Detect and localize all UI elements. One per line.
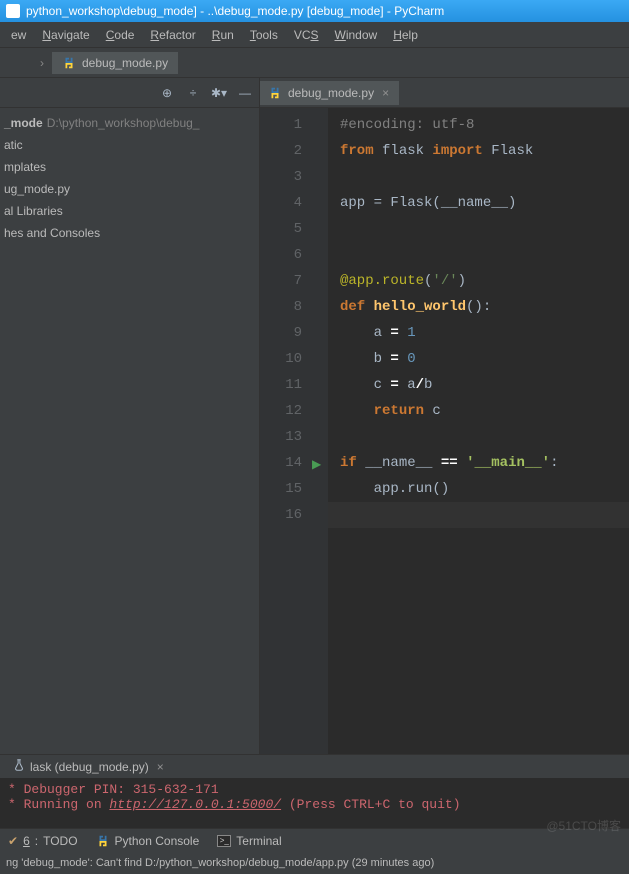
python-console-button[interactable]: Python Console bbox=[96, 834, 200, 848]
settings-icon[interactable]: ✱▾ bbox=[211, 85, 227, 101]
menu-code[interactable]: Code bbox=[99, 26, 142, 44]
editor-pane: debug_mode.py × 12345678910111213141516 … bbox=[260, 78, 629, 754]
project-name: _mode bbox=[4, 116, 43, 130]
collapse-icon[interactable]: ÷ bbox=[185, 85, 201, 101]
terminal-icon: >_ bbox=[217, 835, 231, 847]
code-line-15[interactable]: app.run() bbox=[340, 476, 558, 502]
project-path: D:\python_workshop\debug_ bbox=[47, 116, 200, 130]
code-line-6[interactable] bbox=[340, 242, 558, 268]
code-line-2[interactable]: from flask import Flask bbox=[340, 138, 558, 164]
code-line-4[interactable]: app = Flask(__name__) bbox=[340, 190, 558, 216]
close-tab-icon[interactable]: × bbox=[380, 86, 391, 100]
menu-run[interactable]: Run bbox=[205, 26, 241, 44]
code-content[interactable]: #encoding: utf-8from flask import Flask … bbox=[310, 108, 558, 754]
code-area[interactable]: 12345678910111213141516 ▶ #encoding: utf… bbox=[260, 108, 629, 754]
menu-bar: ewNavigateCodeRefactorRunToolsVCSWindowH… bbox=[0, 22, 629, 48]
menu-refactor[interactable]: Refactor bbox=[143, 26, 202, 44]
status-message: ng 'debug_mode': Can't find D:/python_wo… bbox=[6, 857, 434, 869]
window-title: python_workshop\debug_mode] - ..\debug_m… bbox=[26, 4, 444, 18]
code-line-10[interactable]: b = 0 bbox=[340, 346, 558, 372]
menu-vcs[interactable]: VCS bbox=[287, 26, 326, 44]
code-line-12[interactable]: return c bbox=[340, 398, 558, 424]
code-line-8[interactable]: def hello_world(): bbox=[340, 294, 558, 320]
menu-tools[interactable]: Tools bbox=[243, 26, 285, 44]
sidebar-toolbar: ⊕ ÷ ✱▾ — bbox=[0, 78, 259, 108]
breadcrumb-tab[interactable]: debug_mode.py bbox=[52, 52, 178, 74]
code-line-1[interactable]: #encoding: utf-8 bbox=[340, 112, 558, 138]
project-sidebar: ⊕ ÷ ✱▾ — _mode D:\python_workshop\debug_… bbox=[0, 78, 260, 754]
run-gutter-icon[interactable]: ▶ bbox=[312, 452, 321, 478]
code-line-13[interactable] bbox=[340, 424, 558, 450]
editor-tab-label: debug_mode.py bbox=[288, 86, 374, 100]
tree-item[interactable]: al Libraries bbox=[0, 200, 259, 222]
hide-icon[interactable]: — bbox=[237, 85, 253, 101]
code-line-16[interactable] bbox=[310, 502, 629, 528]
project-tree[interactable]: _mode D:\python_workshop\debug_ aticmpla… bbox=[0, 108, 259, 248]
python-file-icon bbox=[268, 86, 282, 100]
tree-item[interactable]: atic bbox=[0, 134, 259, 156]
menu-navigate[interactable]: Navigate bbox=[35, 26, 96, 44]
locate-icon[interactable]: ⊕ bbox=[159, 85, 175, 101]
console-line: * Debugger PIN: 315-632-171 bbox=[8, 782, 621, 797]
title-bar: python_workshop\debug_mode] - ..\debug_m… bbox=[0, 0, 629, 22]
code-line-3[interactable] bbox=[340, 164, 558, 190]
project-root[interactable]: _mode D:\python_workshop\debug_ bbox=[0, 112, 259, 134]
python-file-icon bbox=[62, 56, 76, 70]
flask-icon bbox=[12, 758, 26, 775]
console-line: * Running on http://127.0.0.1:5000/ (Pre… bbox=[8, 797, 621, 812]
code-line-7[interactable]: @app.route('/') bbox=[340, 268, 558, 294]
tool-window-bar: ✔ 6: TODO Python Console >_ Terminal bbox=[0, 828, 629, 852]
line-gutter[interactable]: 12345678910111213141516 bbox=[260, 108, 310, 754]
code-line-9[interactable]: a = 1 bbox=[340, 320, 558, 346]
breadcrumb-label: debug_mode.py bbox=[82, 56, 168, 70]
close-run-tab-icon[interactable]: × bbox=[157, 760, 164, 774]
watermark: @51CTO博客 bbox=[546, 817, 621, 834]
status-bar: ng 'debug_mode': Can't find D:/python_wo… bbox=[0, 852, 629, 874]
todo-tool-button[interactable]: ✔ 6: TODO bbox=[8, 834, 78, 848]
run-tool-header: lask (debug_mode.py) × bbox=[0, 754, 629, 778]
menu-help[interactable]: Help bbox=[386, 26, 425, 44]
editor-tab-active[interactable]: debug_mode.py × bbox=[260, 81, 399, 105]
console-output[interactable]: * Debugger PIN: 315-632-171 * Running on… bbox=[0, 778, 629, 828]
code-line-5[interactable] bbox=[340, 216, 558, 242]
tree-item[interactable]: ug_mode.py bbox=[0, 178, 259, 200]
code-line-11[interactable]: c = a/b bbox=[340, 372, 558, 398]
tree-item[interactable]: mplates bbox=[0, 156, 259, 178]
python-icon bbox=[96, 834, 110, 848]
menu-ew[interactable]: ew bbox=[4, 26, 33, 44]
run-tab-label: lask (debug_mode.py) bbox=[30, 760, 149, 774]
run-tab[interactable]: lask (debug_mode.py) × bbox=[4, 756, 172, 777]
editor-tabs: debug_mode.py × bbox=[260, 78, 629, 108]
menu-window[interactable]: Window bbox=[328, 26, 385, 44]
code-line-14[interactable]: if __name__ == '__main__': bbox=[340, 450, 558, 476]
app-icon bbox=[6, 4, 20, 18]
tree-item[interactable]: hes and Consoles bbox=[0, 222, 259, 244]
gutter-icons bbox=[310, 108, 328, 754]
main-area: ⊕ ÷ ✱▾ — _mode D:\python_workshop\debug_… bbox=[0, 78, 629, 754]
terminal-button[interactable]: >_ Terminal bbox=[217, 834, 281, 848]
nav-tab-row: › debug_mode.py bbox=[0, 48, 629, 78]
server-url-link[interactable]: http://127.0.0.1:5000/ bbox=[109, 797, 281, 812]
nav-chevron-icon[interactable]: › bbox=[40, 56, 44, 70]
todo-icon: ✔ bbox=[8, 834, 18, 848]
